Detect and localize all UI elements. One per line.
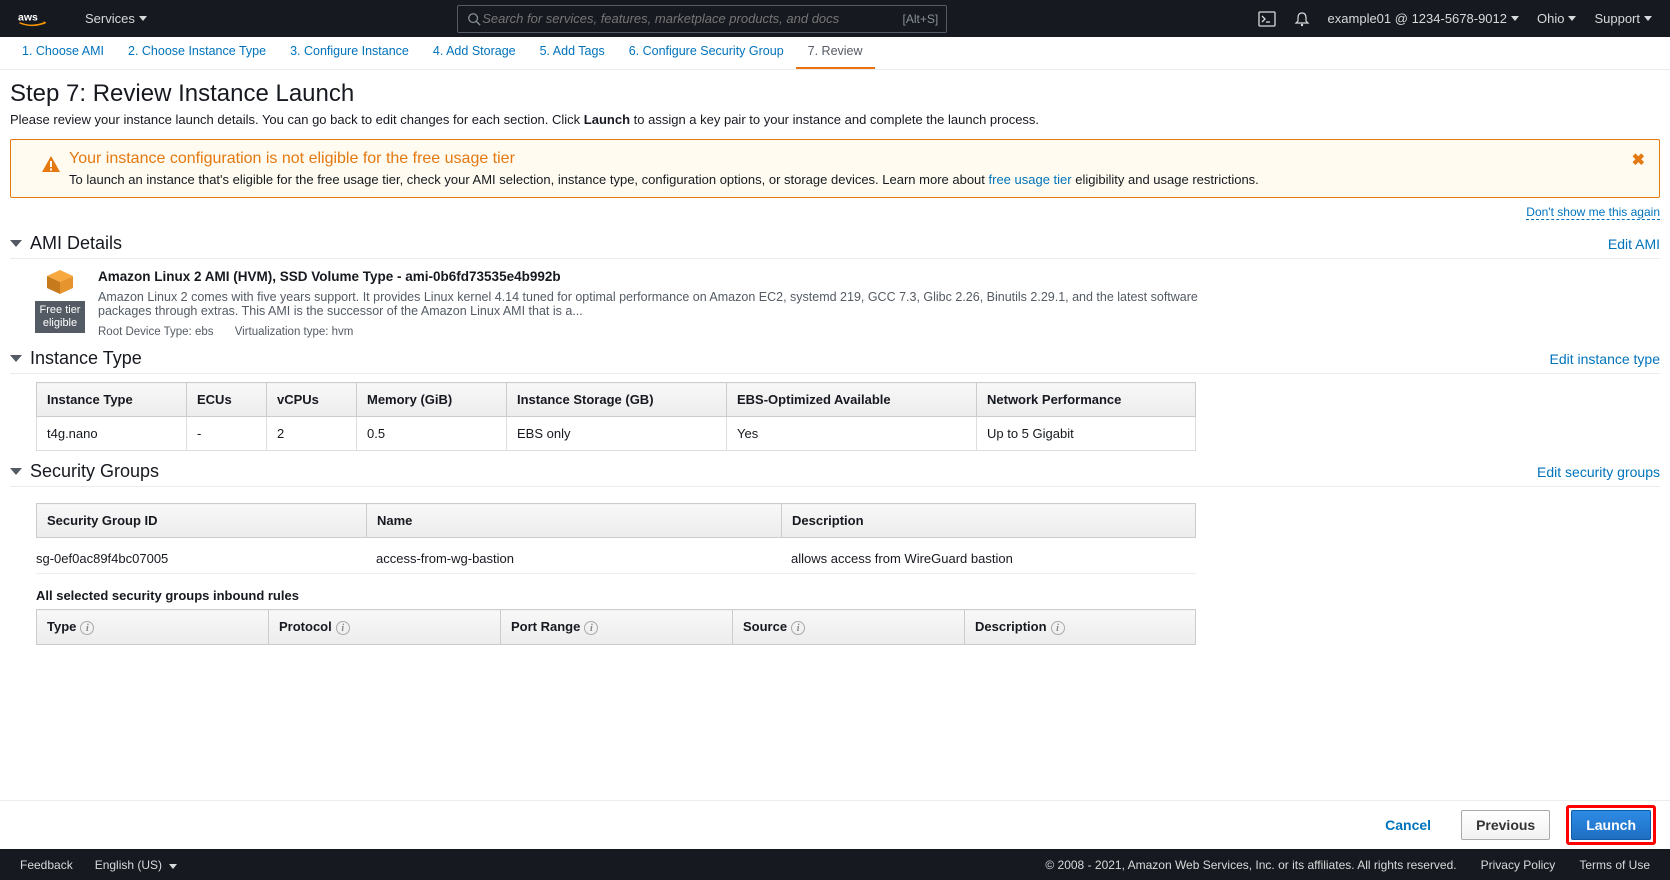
- account-menu[interactable]: example01 @ 1234-5678-9012: [1328, 11, 1519, 26]
- ami-cube-icon: [45, 269, 75, 295]
- edit-security-groups-link[interactable]: Edit security groups: [1537, 464, 1660, 480]
- support-menu[interactable]: Support: [1594, 11, 1652, 26]
- instance-type-section: Instance Type Edit instance type Instanc…: [10, 344, 1660, 451]
- language-menu[interactable]: English (US): [95, 858, 178, 872]
- info-icon[interactable]: i: [584, 621, 598, 635]
- alert-message: To launch an instance that's eligible fo…: [69, 172, 1619, 187]
- terms-link[interactable]: Terms of Use: [1579, 858, 1650, 872]
- collapse-icon[interactable]: [10, 468, 22, 475]
- free-tier-warning-alert: Your instance configuration is not eligi…: [10, 139, 1660, 198]
- inbound-rules-title: All selected security groups inbound rul…: [36, 588, 1660, 603]
- info-icon[interactable]: i: [791, 621, 805, 635]
- collapse-icon[interactable]: [10, 355, 22, 362]
- info-icon[interactable]: i: [80, 621, 94, 635]
- search-hotkey: [Alt+S]: [903, 12, 939, 26]
- caret-down-icon: [1568, 16, 1576, 21]
- services-label: Services: [85, 11, 135, 26]
- collapse-icon[interactable]: [10, 240, 22, 247]
- aws-logo[interactable]: aws: [18, 10, 63, 28]
- region-menu[interactable]: Ohio: [1537, 11, 1576, 26]
- notifications-icon[interactable]: [1294, 11, 1310, 27]
- global-search: [Alt+S]: [457, 5, 947, 33]
- section-title-ami: AMI Details: [30, 233, 1608, 254]
- ami-title: Amazon Linux 2 AMI (HVM), SSD Volume Typ…: [98, 269, 1198, 284]
- action-bar: Cancel Previous Launch: [0, 800, 1670, 849]
- step-choose-ami[interactable]: 1. Choose AMI: [10, 36, 116, 69]
- ami-details-section: AMI Details Edit AMI Free tier eligible …: [10, 229, 1660, 338]
- caret-down-icon: [1644, 16, 1652, 21]
- footer: Feedback English (US) © 2008 - 2021, Ama…: [0, 849, 1670, 880]
- step-add-storage[interactable]: 4. Add Storage: [421, 36, 528, 69]
- info-icon[interactable]: i: [336, 621, 350, 635]
- ami-root-device: Root Device Type: ebs: [98, 326, 214, 338]
- table-row: t4g.nano - 2 0.5 EBS only Yes Up to 5 Gi…: [37, 417, 1196, 451]
- privacy-link[interactable]: Privacy Policy: [1481, 858, 1556, 872]
- instance-type-table: Instance Type ECUs vCPUs Memory (GiB) In…: [36, 382, 1196, 451]
- table-header-row: Security Group ID Name Description: [37, 504, 1196, 538]
- table-row: sg-0ef0ac89f4bc07005 access-from-wg-bast…: [36, 544, 1196, 574]
- support-label: Support: [1594, 11, 1640, 26]
- section-title-instance-type: Instance Type: [30, 348, 1549, 369]
- services-menu[interactable]: Services: [85, 11, 147, 26]
- section-title-sg: Security Groups: [30, 461, 1537, 482]
- edit-ami-link[interactable]: Edit AMI: [1608, 236, 1660, 252]
- ami-meta: Root Device Type: ebs Virtualization typ…: [98, 326, 1198, 338]
- search-box[interactable]: [Alt+S]: [457, 5, 947, 33]
- launch-highlight: Launch: [1566, 805, 1656, 845]
- launch-button[interactable]: Launch: [1571, 810, 1651, 840]
- wizard-steps: 1. Choose AMI 2. Choose Instance Type 3.…: [0, 37, 1670, 70]
- search-icon: [466, 11, 482, 27]
- previous-button[interactable]: Previous: [1461, 810, 1550, 840]
- security-groups-table: Security Group ID Name Description: [36, 503, 1196, 538]
- feedback-link[interactable]: Feedback: [20, 858, 73, 872]
- step-choose-instance-type[interactable]: 2. Choose Instance Type: [116, 36, 278, 69]
- account-label: example01 @ 1234-5678-9012: [1328, 11, 1507, 26]
- step-configure-instance[interactable]: 3. Configure Instance: [278, 36, 421, 69]
- caret-down-icon: [1511, 16, 1519, 21]
- edit-instance-type-link[interactable]: Edit instance type: [1549, 351, 1660, 367]
- free-tier-badge: Free tier eligible: [35, 301, 85, 333]
- caret-down-icon: [169, 864, 177, 869]
- alert-close-icon[interactable]: ✖: [1632, 150, 1645, 170]
- dont-show-again-link[interactable]: Don't show me this again: [1526, 205, 1660, 220]
- main-content[interactable]: Step 7: Review Instance Launch Please re…: [0, 70, 1670, 800]
- page-subtitle: Please review your instance launch detai…: [10, 112, 1660, 127]
- caret-down-icon: [139, 16, 147, 21]
- topbar: aws Services [Alt+S] example01 @ 1234-56…: [0, 0, 1670, 37]
- step-add-tags[interactable]: 5. Add Tags: [528, 36, 617, 69]
- free-usage-tier-link[interactable]: free usage tier: [989, 172, 1072, 187]
- cloudshell-icon[interactable]: [1258, 11, 1276, 27]
- alert-title: Your instance configuration is not eligi…: [69, 150, 1619, 168]
- step-review[interactable]: 7. Review: [796, 36, 875, 69]
- ami-virt-type: Virtualization type: hvm: [235, 326, 354, 338]
- ami-description: Amazon Linux 2 comes with five years sup…: [98, 290, 1198, 318]
- info-icon[interactable]: i: [1051, 621, 1065, 635]
- inbound-rules-table: Typei Protocoli Port Rangei Sourcei Desc…: [36, 609, 1196, 645]
- step-configure-sg[interactable]: 6. Configure Security Group: [617, 36, 796, 69]
- table-header-row: Typei Protocoli Port Rangei Sourcei Desc…: [37, 610, 1196, 645]
- page-title: Step 7: Review Instance Launch: [10, 80, 1660, 108]
- copyright: © 2008 - 2021, Amazon Web Services, Inc.…: [1045, 858, 1456, 872]
- cancel-button[interactable]: Cancel: [1371, 810, 1445, 840]
- svg-text:aws: aws: [18, 11, 38, 23]
- region-label: Ohio: [1537, 11, 1564, 26]
- warning-icon: [41, 154, 61, 177]
- security-groups-values: sg-0ef0ac89f4bc07005 access-from-wg-bast…: [36, 544, 1196, 574]
- security-groups-section: Security Groups Edit security groups Sec…: [10, 457, 1660, 645]
- search-input[interactable]: [482, 11, 902, 26]
- table-header-row: Instance Type ECUs vCPUs Memory (GiB) In…: [37, 383, 1196, 417]
